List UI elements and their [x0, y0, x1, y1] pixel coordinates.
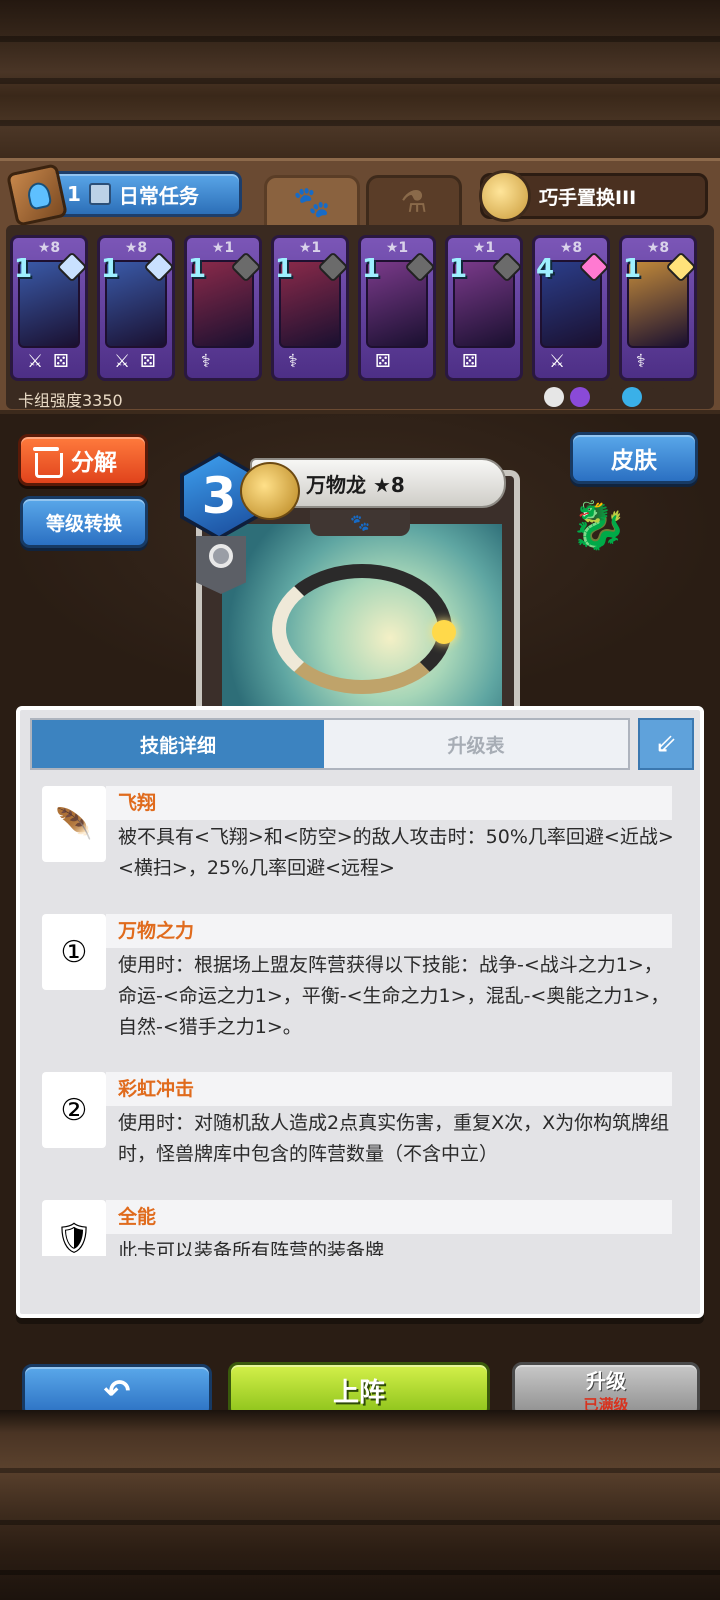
- level-convert-label: 等级转换: [45, 512, 122, 535]
- tab-monsters[interactable]: 🐾: [264, 175, 360, 227]
- upgrade-label: 升级: [586, 1369, 626, 1393]
- shield-icon: 🛡: [42, 1200, 106, 1256]
- deck-card[interactable]: ★1 1 ⚕: [184, 235, 262, 381]
- quest-checkbox-icon: [88, 183, 111, 205]
- back-arrow-icon: ↶: [103, 1372, 131, 1410]
- card-cost: 1: [101, 254, 120, 284]
- deck-card[interactable]: ★8 4 ⚔: [532, 235, 610, 381]
- hand-icon: [479, 170, 531, 222]
- deck-card-row: ★8 1 ⚔ ⚄ ★8 1 ⚔ ⚄ ★1 1 ⚕ ★1 1 ⚕ ★1 1 ⚄ ★1 1 ⚄ ★8 4 ⚔ ★8 1 ⚕: [10, 235, 710, 385]
- faction-filter-icon[interactable]: [648, 387, 668, 407]
- skin-label: 皮肤: [611, 448, 657, 474]
- details-tab-bar: 技能详细 升级表: [30, 718, 630, 770]
- faction-filter-icons: [544, 387, 694, 407]
- deck-strength: 卡组强度3350: [18, 391, 123, 410]
- skill-desc: 被不具有<飞翔>和<防空>的敌人攻击时：50%几率回避<近战><横扫>，25%几…: [118, 826, 674, 879]
- card-cost: 1: [275, 254, 294, 284]
- feather-icon: 🪶: [42, 786, 106, 862]
- neutral-faction-badge: [196, 536, 246, 594]
- sword-icon: ⚔: [549, 351, 566, 372]
- skill-title: 彩虹冲击: [106, 1072, 672, 1106]
- skill-desc: 此卡可以装备所有阵营的装备牌: [118, 1240, 385, 1256]
- quest-book-icon: [5, 163, 69, 227]
- wood-background-bottom: [0, 1410, 720, 1600]
- paw-icon: 🐾: [293, 185, 331, 220]
- skin-button[interactable]: 皮肤: [570, 432, 698, 484]
- rainbow-2-icon: ②: [42, 1072, 106, 1148]
- tab-equipment[interactable]: ⚗: [366, 175, 462, 227]
- deploy-label: 上阵: [332, 1377, 385, 1408]
- card-type-paw-icon: 🐾: [310, 510, 410, 536]
- skill-title: 全能: [106, 1200, 672, 1234]
- skill-title: 万物之力: [106, 914, 672, 948]
- staff-icon: ⚕: [201, 351, 211, 372]
- sword-icon: ⚔: [114, 351, 131, 372]
- quest-count: 1: [67, 182, 81, 206]
- dice-icon: ⚄: [462, 351, 478, 372]
- skill-desc: 使用时：根据场上盟友阵营获得以下技能：战争-<战斗之力1>，命运-<命运之力1>…: [118, 954, 670, 1038]
- faction-filter-icon[interactable]: [596, 387, 616, 407]
- deck-card[interactable]: ★8 1 ⚕: [619, 235, 697, 381]
- card-cost: 1: [188, 254, 207, 284]
- sword-icon: ⚔: [27, 351, 44, 372]
- quest-label: 日常任务: [118, 183, 199, 208]
- swap-label: 巧手置换III: [539, 186, 637, 209]
- skill-desc: 使用时：对随机敌人造成2点真实伤害，重复X次，X为你构筑牌组时，怪兽牌库中包含的…: [118, 1112, 670, 1165]
- card-rarity-ornament: [240, 462, 300, 520]
- card-cost: 1: [449, 254, 468, 284]
- collapse-icon[interactable]: ⇙: [638, 718, 694, 770]
- swap-button[interactable]: 巧手置换III: [479, 170, 708, 222]
- card-cost: 1: [14, 254, 33, 284]
- card-name: 万物龙 ★8: [306, 472, 405, 497]
- dragon-silhouette-icon: 🐉: [570, 498, 628, 552]
- skill-details-panel: 技能详细 升级表 ⇙ 🪶 飞翔 被不具有<飞翔>和<防空>的敌人攻击时：50%几…: [16, 706, 704, 1318]
- deck-card[interactable]: ★8 1 ⚔ ⚄: [10, 235, 88, 381]
- staff-icon: ⚕: [288, 351, 298, 372]
- disassemble-button[interactable]: 分解: [18, 434, 148, 486]
- deck-card[interactable]: ★1 1 ⚄: [358, 235, 436, 381]
- deck-panel: 1 日常任务 🐾 ⚗ 巧手置换III ★8 1 ⚔ ⚄ ★8 1 ⚔ ⚄ ★1 1 ⚕ ★1 1 ⚕ ★1 1…: [0, 158, 720, 414]
- card-cost: 4: [536, 254, 555, 284]
- wood-background-top: [0, 0, 720, 160]
- tab-skill-details[interactable]: 技能详细: [32, 720, 324, 768]
- rainbow-1-icon: ①: [42, 914, 106, 990]
- skill-list[interactable]: 🪶 飞翔 被不具有<飞翔>和<防空>的敌人攻击时：50%几率回避<近战><横扫>…: [42, 786, 692, 1256]
- level-convert-button[interactable]: 等级转换: [20, 496, 148, 548]
- deck-card[interactable]: ★1 1 ⚄: [445, 235, 523, 381]
- deck-card[interactable]: ★8 1 ⚔ ⚄: [97, 235, 175, 381]
- potion-icon: ⚗: [400, 185, 428, 220]
- disassemble-label: 分解: [71, 450, 117, 476]
- card-cost: 1: [623, 254, 642, 284]
- card-artwork: [222, 524, 502, 706]
- faction-filter-icon[interactable]: [544, 387, 564, 407]
- skill-title: 飞翔: [106, 786, 672, 820]
- staff-icon: ⚕: [636, 351, 646, 372]
- faction-filter-icon[interactable]: [674, 387, 694, 407]
- faction-filter-icon[interactable]: [570, 387, 590, 407]
- daily-quest-button[interactable]: 1 日常任务: [5, 163, 242, 227]
- dice-icon: ⚄: [375, 351, 391, 372]
- card-cost: 3: [201, 467, 237, 525]
- card-cost: 1: [362, 254, 381, 284]
- trash-icon: [33, 445, 63, 478]
- faction-filter-icon[interactable]: [622, 387, 642, 407]
- tab-upgrade-table[interactable]: 升级表: [324, 720, 628, 768]
- dice-icon: ⚄: [53, 351, 69, 372]
- dice-icon: ⚄: [140, 351, 156, 372]
- deck-card[interactable]: ★1 1 ⚕: [271, 235, 349, 381]
